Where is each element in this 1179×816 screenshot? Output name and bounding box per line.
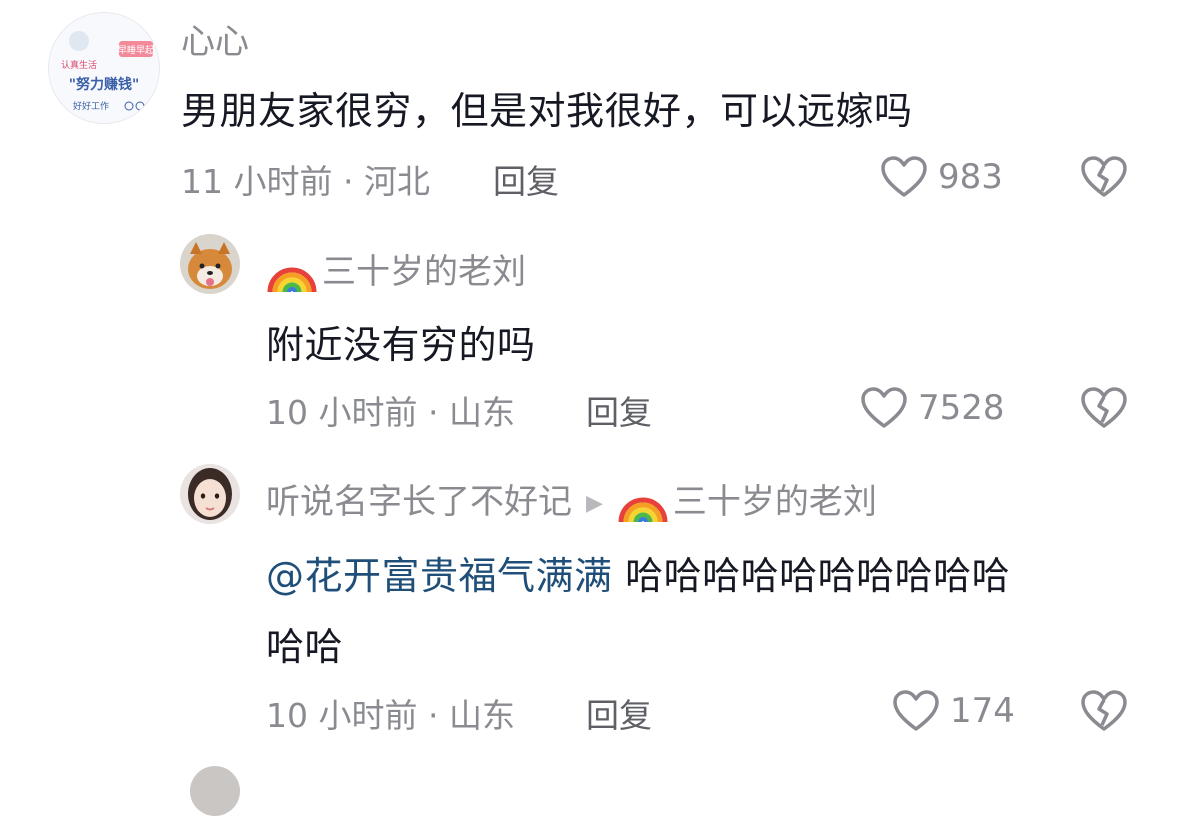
- girl-avatar-image: [180, 464, 240, 524]
- rainbow-emoji-icon: [267, 267, 317, 292]
- like-count: 983: [938, 157, 1003, 197]
- heart-outline-icon[interactable]: [893, 690, 939, 736]
- broken-heart-icon[interactable]: [1080, 156, 1128, 202]
- comment-text: @花开富贵福气满满 哈哈哈哈哈哈哈哈哈哈: [266, 545, 1010, 600]
- comment-time-location: 11 小时前 · 河北: [181, 162, 430, 201]
- reply-to-username[interactable]: 三十岁的老刘: [673, 482, 877, 522]
- avatar[interactable]: [180, 234, 240, 294]
- mention-link[interactable]: @花开富贵福气满满: [266, 554, 613, 598]
- comment-text: 男朋友家很穷，但是对我很好，可以远嫁吗: [181, 89, 913, 133]
- heart-outline-icon[interactable]: [861, 387, 907, 433]
- avatar[interactable]: [180, 464, 240, 524]
- broken-heart-icon[interactable]: [1080, 387, 1128, 433]
- avatar-badge-text: 早睡早起: [118, 44, 154, 56]
- avatar-line3: 好好工作: [73, 100, 109, 112]
- comment-text-line1: 哈哈哈哈哈哈哈哈哈哈: [612, 554, 1011, 598]
- triangle-right-icon: ▶: [586, 491, 603, 516]
- reply-button[interactable]: 回复: [493, 155, 559, 203]
- like-count: 7528: [918, 388, 1005, 428]
- username[interactable]: 听说名字长了不好记: [266, 482, 572, 522]
- dog-avatar-image: [180, 234, 240, 294]
- comment-time-location: 10 小时前 · 山东: [266, 696, 515, 735]
- avatar-image: 早睡早起 认真生活 "努力赚钱" 好好工作: [49, 13, 159, 123]
- avatar-line1: 认真生活: [61, 59, 97, 71]
- comment-text: 附近没有穷的吗: [266, 323, 536, 367]
- avatar[interactable]: 早睡早起 认真生活 "努力赚钱" 好好工作: [48, 12, 160, 124]
- comment-time-location: 10 小时前 · 山东: [266, 393, 515, 432]
- reply-button[interactable]: 回复: [586, 386, 652, 434]
- reply-button[interactable]: 回复: [586, 689, 652, 737]
- avatar-line2: "努力赚钱": [69, 76, 140, 93]
- rainbow-emoji-icon: [618, 497, 668, 522]
- username-text: 三十岁的老刘: [322, 252, 526, 292]
- username[interactable]: 心心: [181, 14, 249, 63]
- comment-text-line2: 哈哈: [266, 625, 344, 669]
- broken-heart-icon[interactable]: [1080, 690, 1128, 736]
- username-line: 听说名字长了不好记 ▶ 三十岁的老刘: [266, 474, 877, 524]
- username[interactable]: 三十岁的老刘: [266, 244, 526, 294]
- like-count: 174: [950, 691, 1015, 731]
- heart-outline-icon[interactable]: [881, 156, 927, 202]
